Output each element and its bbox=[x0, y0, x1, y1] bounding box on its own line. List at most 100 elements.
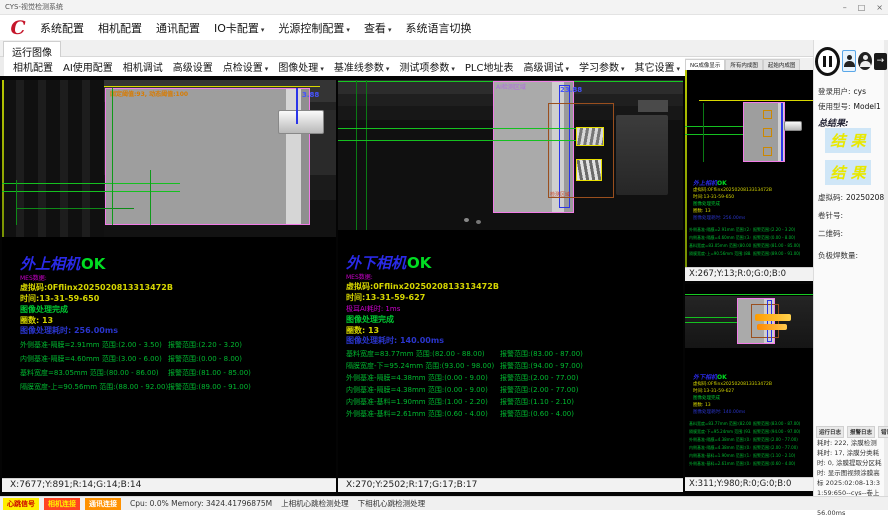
maximize-button[interactable]: □ bbox=[858, 3, 866, 12]
green-measure-line bbox=[150, 170, 151, 225]
mini-mark bbox=[763, 110, 772, 119]
thumbnail-upper-camera[interactable]: 外上相机OK 虚拟码:0Fflinx2025020813313472B 时间:1… bbox=[685, 70, 813, 267]
process-time-line: 图像处理耗时: 140.00ms bbox=[346, 335, 444, 346]
blue-measure-label: 3.88 bbox=[302, 91, 319, 99]
menu-language-switch[interactable]: 系统语言切换 bbox=[398, 20, 478, 36]
cursor-status-thumb2: X:311;Y:980;R:0;G:0;B:0 bbox=[685, 477, 813, 491]
menu-system-config[interactable]: 系统配置 bbox=[33, 20, 91, 36]
mini-done: 图像处理完成 bbox=[693, 201, 720, 207]
threshold-overlay-text: 固定阈值:93, 动态阈值:100 bbox=[110, 89, 188, 98]
tab-run-image[interactable]: 运行图像 bbox=[3, 41, 61, 57]
mini-done: 图像处理完成 bbox=[693, 395, 720, 401]
mini-measurement: 报警范围:(0.60 - 4.00) bbox=[753, 461, 795, 467]
time-line: 时间:13-31-59-627 bbox=[346, 292, 425, 303]
operator-button[interactable] bbox=[858, 50, 872, 72]
tool-test-params[interactable]: 测试项参数▾ bbox=[394, 59, 460, 74]
mini-measurement: 外侧基准-基料=2.61mm 范围:(0.60 - 4.00) bbox=[689, 461, 751, 467]
menu-io-config[interactable]: IO卡配置▾ bbox=[207, 20, 271, 36]
ok-status: OK bbox=[407, 254, 431, 272]
pause-button[interactable] bbox=[815, 47, 840, 76]
alarm-range: 报警范围:(2.00 - 77.00) bbox=[500, 385, 578, 395]
log-tab-alarm[interactable]: 报警日志 bbox=[847, 426, 875, 438]
log-tab-run[interactable]: 运行日志 bbox=[816, 426, 844, 438]
measurement-value: 基料宽度=83.77mm 范围:(82.00 - 88.00) bbox=[346, 349, 485, 359]
mini-measurement: 内侧基准-隔膜=4.38mm 范围:(0.00 - 9.00) bbox=[689, 445, 751, 451]
alarm-range: 报警范围:(0.60 - 4.00) bbox=[500, 409, 574, 419]
mini-measurement: 报警范围:(2.20 - 3.20) bbox=[753, 227, 795, 233]
mini-measurement: 隔膜宽度-上=90.56mm 范围:(88.00 - 92.00) bbox=[689, 251, 751, 257]
green-topline bbox=[685, 294, 813, 295]
edge-marker-line bbox=[685, 70, 687, 267]
yellow-baseline bbox=[104, 86, 320, 87]
minimize-button[interactable]: – bbox=[843, 3, 847, 12]
alarm-range: 报警范围:(81.00 - 85.00) bbox=[168, 368, 251, 378]
alarm-range: 报警范围:(89.00 - 91.00) bbox=[168, 382, 251, 392]
mini-measurement: 内侧基准-隔膜=4.60mm 范围:(3.00 - 6.00) bbox=[689, 235, 751, 241]
green-measure-line bbox=[366, 80, 367, 230]
control-sidebar: → 登录用户:cys 使用型号:Model1 总结果: 结 果 结 果 虚拟码:… bbox=[813, 40, 888, 496]
tool-spot-check[interactable]: 点检设置▾ bbox=[218, 59, 274, 74]
chevron-down-icon: ▾ bbox=[386, 65, 390, 73]
log-tab-error[interactable]: 错误日志 bbox=[878, 426, 888, 438]
mini-proc: 图像处理耗时: 256.00ms bbox=[693, 215, 745, 221]
green-measure-line bbox=[112, 88, 113, 225]
measurement-value: 外侧基准-基料=2.61mm 范围:(0.60 - 4.00) bbox=[346, 409, 488, 419]
mes-label: MES数据: bbox=[20, 273, 47, 282]
thumb-tab-ng-display[interactable]: NG成像显示 bbox=[685, 59, 725, 70]
chevron-down-icon: ▾ bbox=[265, 65, 269, 73]
camera-image-left[interactable]: 固定阈值:93, 动态阈值:100 3.88 bbox=[2, 80, 336, 237]
blue-measure-rect bbox=[767, 300, 772, 342]
tool-advanced-debug[interactable]: 高级调试▾ bbox=[518, 59, 574, 74]
tool-learning-params[interactable]: 学习参数▾ bbox=[574, 59, 630, 74]
blue-measure-line bbox=[296, 88, 298, 124]
tool-camera-config[interactable]: 相机配置 bbox=[8, 59, 58, 74]
measurement-value: 外侧基准-隔膜=4.38mm 范围:(0.00 - 9.00) bbox=[346, 373, 488, 383]
menu-view[interactable]: 查看▾ bbox=[357, 20, 399, 36]
tool-baseline-params[interactable]: 基准线参数▾ bbox=[329, 59, 395, 74]
measurement-value: 内侧基准-隔膜=4.60mm 范围:(3.00 - 6.00) bbox=[20, 354, 162, 364]
tab-detect-rect bbox=[576, 127, 604, 146]
alarm-range: 报警范围:(2.00 - 77.00) bbox=[500, 373, 578, 383]
camera-image-middle[interactable]: AI检测区域 23.88 检测区域 bbox=[338, 80, 683, 230]
green-measure-line bbox=[703, 103, 704, 162]
green-measure-line bbox=[338, 140, 576, 141]
tool-camera-debug[interactable]: 相机调试 bbox=[118, 59, 168, 74]
mini-measurement: 外侧基准-隔膜=4.38mm 范围:(0.00 - 9.00) bbox=[689, 437, 751, 443]
mini-measurement: 隔膜宽度-下=95.24mm 范围:(93.00 - 98.00) bbox=[689, 429, 751, 435]
measurement-value: 隔膜宽度-上=90.56mm 范围:(88.00 - 92.00) bbox=[20, 382, 168, 392]
mini-loops: 圈数: 13 bbox=[693, 208, 711, 214]
mini-measurement: 报警范围:(2.00 - 77.00) bbox=[753, 445, 798, 451]
ok-status: OK bbox=[81, 255, 105, 273]
alarm-range: 报警范围:(1.10 - 2.10) bbox=[500, 397, 574, 407]
green-measure-line bbox=[685, 126, 743, 127]
blue-measure-line bbox=[781, 103, 783, 161]
tool-other-settings[interactable]: 其它设置▾ bbox=[629, 59, 685, 74]
menu-light-config[interactable]: 光源控制配置▾ bbox=[271, 20, 357, 36]
tool-plc-address-table[interactable]: PLC地址表 bbox=[460, 59, 519, 74]
user-dark-icon bbox=[858, 52, 872, 70]
vcode-value: 20250208 bbox=[846, 193, 884, 202]
thumbnail-lower-camera[interactable]: 外下相机OK 虚拟码:0Fflinx2025020813313472B 时间:1… bbox=[685, 284, 813, 477]
exit-door-icon: → bbox=[874, 53, 887, 70]
blue-measure-label: 23.88 bbox=[560, 86, 582, 94]
cursor-status-left: X:7677;Y:891;R:14;G:14;B:14 bbox=[2, 478, 336, 492]
tool-ai-usage-config[interactable]: AI使用配置 bbox=[58, 59, 118, 74]
upper-camera-heartbeat-text: 上相机心跳检测处理 bbox=[281, 498, 349, 509]
green-measure-line bbox=[338, 128, 576, 129]
thumb-tab-start-frames[interactable]: 起始内成图 bbox=[763, 59, 801, 70]
result-text-left: 外上相机OK MES数据: 虚拟码:0Fflinx202502081331347… bbox=[2, 237, 336, 478]
mini-measurement: 报警范围:(81.00 - 85.00) bbox=[753, 243, 800, 249]
login-user-button[interactable] bbox=[842, 50, 856, 72]
exit-button[interactable]: → bbox=[874, 50, 887, 72]
measurement-value: 隔膜宽度-下=95.24mm 范围:(93.00 - 98.00) bbox=[346, 361, 494, 371]
tool-advanced-settings[interactable]: 高级设置 bbox=[168, 59, 218, 74]
lower-camera-heartbeat-text: 下相机心跳检测处理 bbox=[358, 498, 426, 509]
green-measure-line bbox=[2, 191, 180, 192]
close-button[interactable]: × bbox=[876, 3, 883, 12]
thumb-tab-all-frames[interactable]: 所有内成图 bbox=[725, 59, 763, 70]
green-measure-line bbox=[16, 180, 17, 225]
tool-image-processing[interactable]: 图像处理▾ bbox=[273, 59, 329, 74]
menu-comm-config[interactable]: 通讯配置 bbox=[149, 20, 207, 36]
menu-camera-config[interactable]: 相机配置 bbox=[91, 20, 149, 36]
tab-roi-rect bbox=[751, 304, 779, 338]
